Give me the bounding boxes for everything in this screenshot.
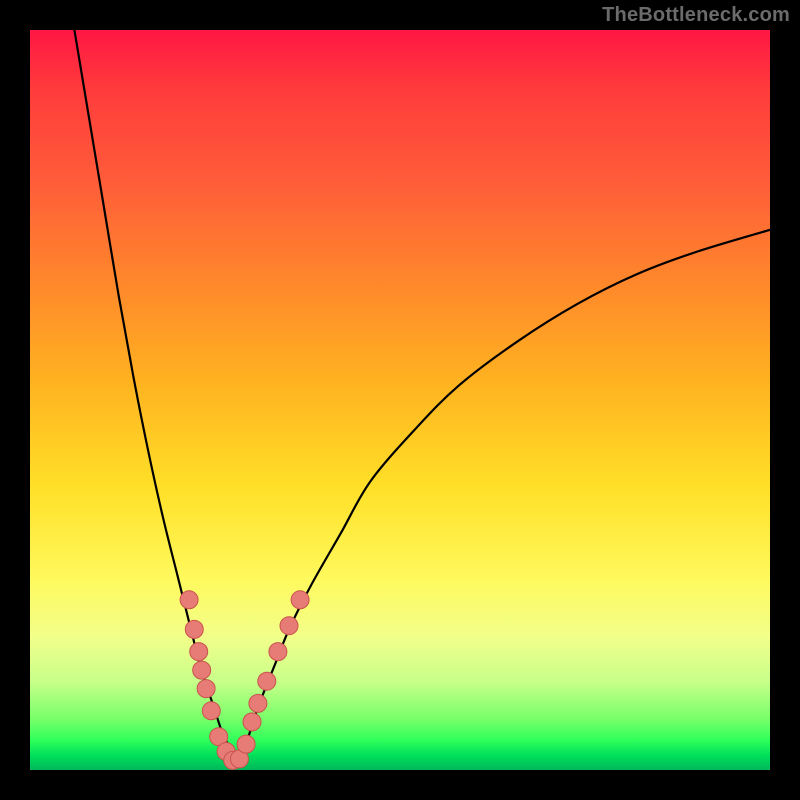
data-marker (185, 620, 203, 638)
left-branch-curve (74, 30, 237, 763)
chart-frame: TheBottleneck.com (0, 0, 800, 800)
data-marker (249, 694, 267, 712)
data-markers (180, 591, 309, 770)
watermark-text: TheBottleneck.com (602, 4, 790, 27)
right-branch-curve (237, 230, 770, 763)
data-marker (280, 617, 298, 635)
plot-area (30, 30, 770, 770)
data-marker (202, 702, 220, 720)
data-marker (190, 643, 208, 661)
data-marker (180, 591, 198, 609)
data-marker (269, 643, 287, 661)
data-marker (193, 661, 211, 679)
data-marker (291, 591, 309, 609)
data-marker (243, 713, 261, 731)
chart-svg (30, 30, 770, 770)
data-marker (237, 735, 255, 753)
data-marker (197, 680, 215, 698)
data-marker (258, 672, 276, 690)
